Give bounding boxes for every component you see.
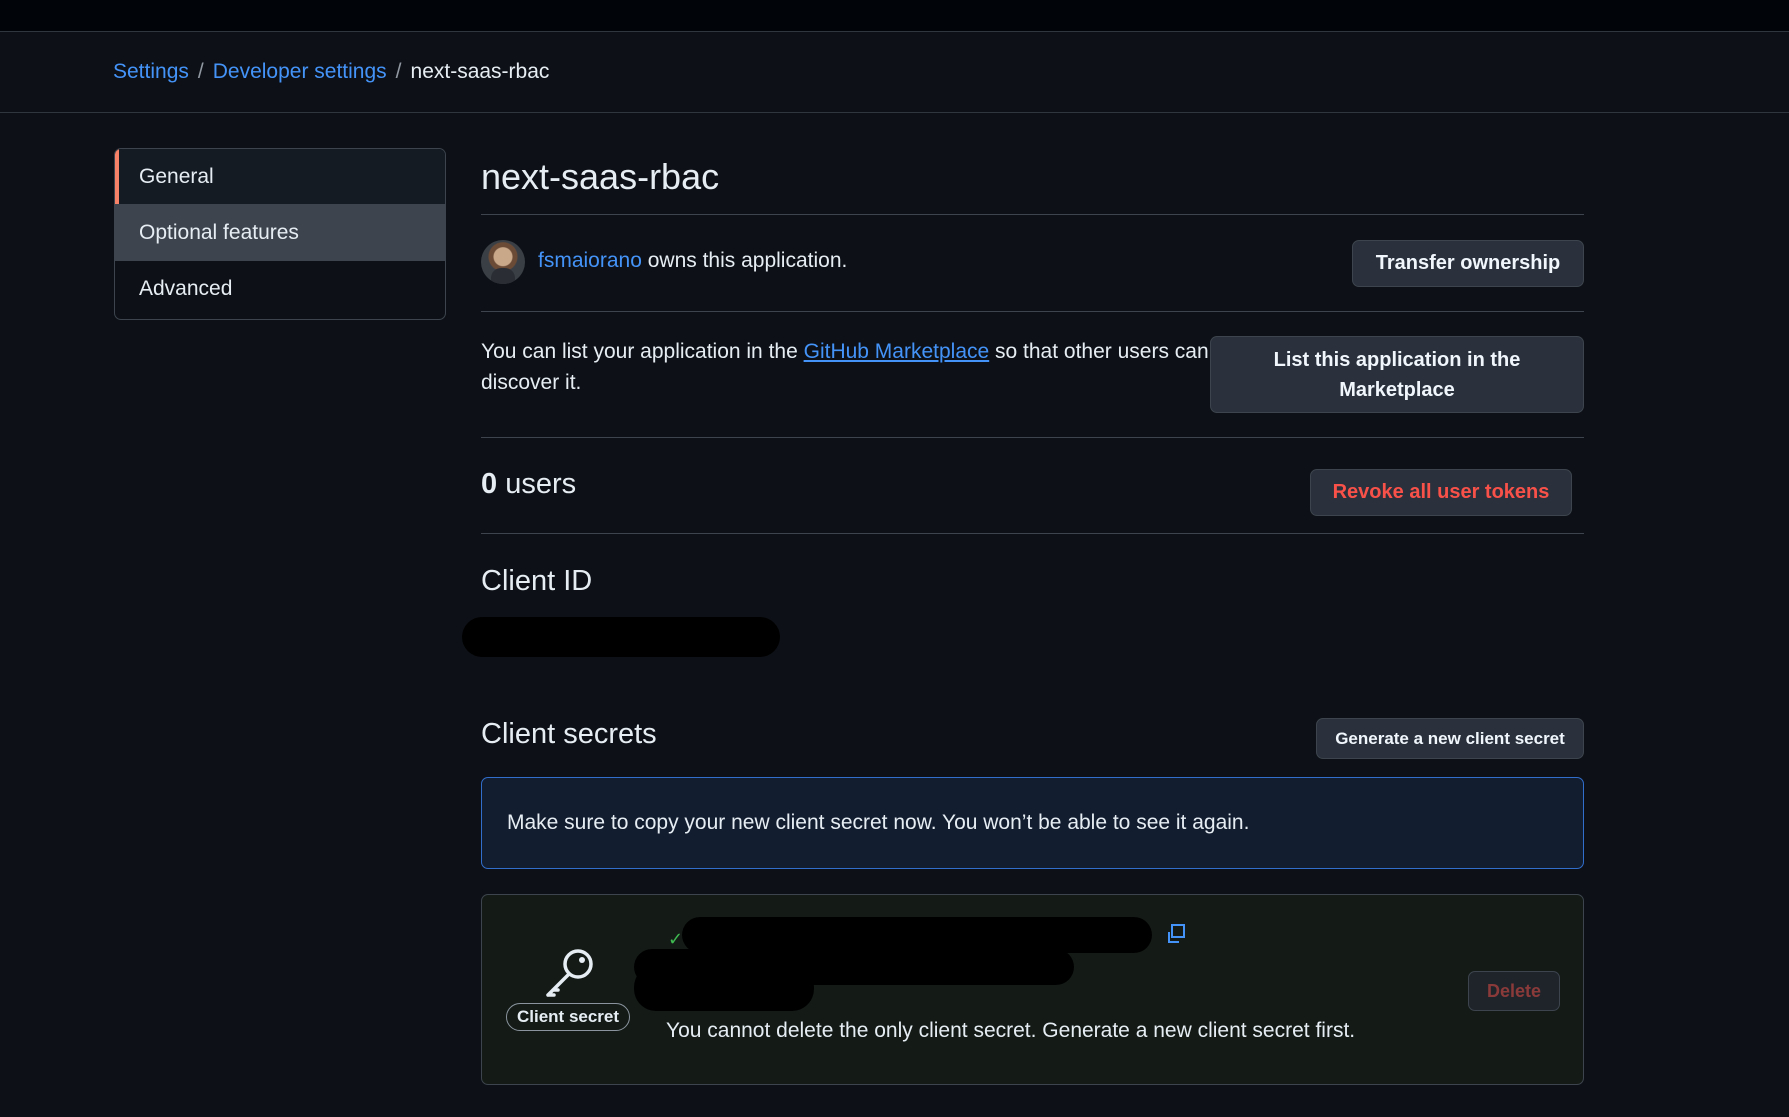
transfer-ownership-button[interactable]: Transfer ownership bbox=[1352, 240, 1584, 287]
owner-text: fsmaiorano owns this application. bbox=[538, 249, 847, 273]
redacted-client-id bbox=[462, 617, 780, 657]
redacted-secret-value bbox=[682, 917, 1152, 953]
sidebar-item-optional-features[interactable]: Optional features bbox=[115, 205, 445, 261]
owner-link[interactable]: fsmaiorano bbox=[538, 249, 642, 272]
client-id-heading: Client ID bbox=[481, 565, 593, 597]
page-title: next-saas-rbac bbox=[481, 156, 720, 197]
key-icon bbox=[546, 949, 593, 997]
avatar[interactable] bbox=[481, 240, 525, 284]
top-header-bar bbox=[0, 0, 1789, 32]
divider bbox=[481, 437, 1584, 438]
divider bbox=[481, 311, 1584, 312]
users-count: 0 users bbox=[481, 468, 576, 501]
generate-client-secret-button[interactable]: Generate a new client secret bbox=[1316, 718, 1584, 759]
breadcrumb-settings-link[interactable]: Settings bbox=[113, 60, 189, 83]
sidebar-item-general[interactable]: General bbox=[115, 149, 445, 205]
users-count-label: users bbox=[497, 468, 577, 500]
marketplace-text-before: You can list your application in the bbox=[481, 340, 804, 363]
delete-secret-button[interactable]: Delete bbox=[1468, 971, 1560, 1011]
sidebar-item-advanced[interactable]: Advanced bbox=[115, 261, 445, 318]
delete-warning: You cannot delete the only client secret… bbox=[666, 1019, 1356, 1042]
github-marketplace-link[interactable]: GitHub Marketplace bbox=[804, 340, 990, 363]
breadcrumb: Settings / Developer settings / next-saas-rb… bbox=[113, 58, 549, 86]
breadcrumb-developer-settings-link[interactable]: Developer settings bbox=[213, 60, 387, 83]
divider bbox=[481, 533, 1584, 534]
owner-suffix: owns this application. bbox=[641, 249, 848, 272]
client-secret-label: Client secret bbox=[506, 1003, 631, 1031]
client-secrets-heading: Client secrets bbox=[481, 718, 657, 750]
flash-notice: Make sure to copy your new client secret… bbox=[481, 777, 1584, 869]
breadcrumb-separator: / bbox=[395, 60, 402, 83]
divider bbox=[481, 214, 1584, 215]
settings-sidebar: General Optional features Advanced bbox=[114, 148, 446, 320]
copy-icon[interactable] bbox=[1165, 923, 1187, 945]
breadcrumb-separator: / bbox=[197, 60, 204, 83]
checkmark-icon: ✓ bbox=[668, 929, 684, 949]
marketplace-description: You can list your application in the Git… bbox=[481, 336, 1211, 398]
list-in-marketplace-button[interactable]: List this application in the Marketplace bbox=[1210, 336, 1584, 413]
revoke-all-user-tokens-button[interactable]: Revoke all user tokens bbox=[1310, 469, 1572, 516]
breadcrumb-current: next-saas-rbac bbox=[410, 60, 550, 83]
breadcrumb-bar: Settings / Developer settings / next-saas-rb… bbox=[0, 32, 1789, 113]
users-count-number: 0 bbox=[481, 468, 498, 500]
client-secret-item: Client secret ✓ You cannot delete the on… bbox=[481, 894, 1584, 1085]
redacted-secret-date bbox=[634, 965, 814, 1011]
